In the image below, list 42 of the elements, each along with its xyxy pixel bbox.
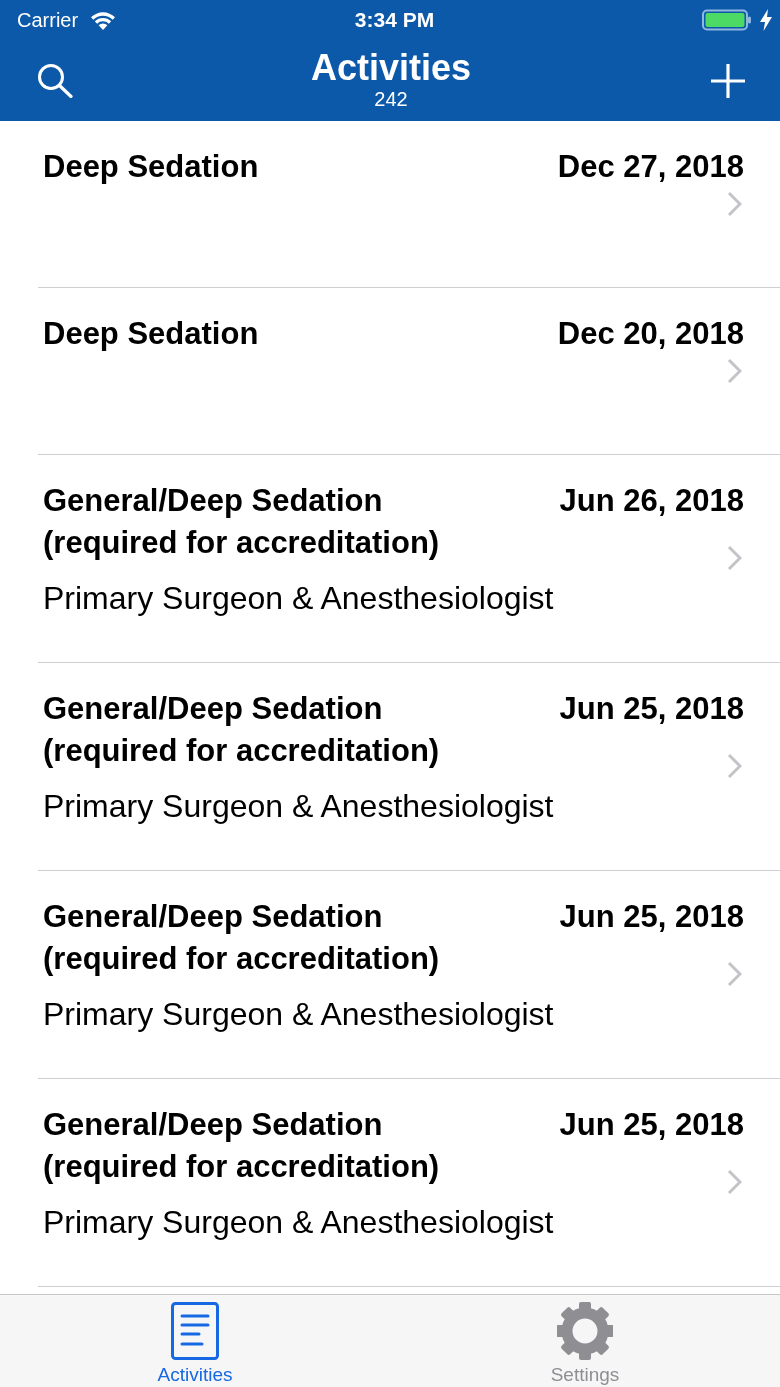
- activity-date: Dec 20, 2018: [557, 315, 744, 353]
- chevron-icon: [727, 545, 742, 571]
- status-time: 3:34 PM: [354, 8, 435, 32]
- activity-title: General/Deep Sedation (required for accreditation): [43, 1106, 441, 1186]
- activity-date: Jun 25, 2018: [559, 898, 744, 936]
- activity-title: General/Deep Sedation (required for accreditation): [43, 690, 441, 770]
- chevron-icon: [727, 190, 742, 217]
- activity-count: 242: [374, 87, 408, 110]
- charging-bolt-icon: [760, 9, 772, 31]
- activity-title: General/Deep Sedation (required for accreditation): [43, 898, 441, 978]
- activity-row[interactable]: General/Deep Sedation (required for accreditation) Primary Surgeon & Anesthesiologist Jun 25, 2018: [38, 871, 780, 1079]
- activity-role: Primary Surgeon & Anesthesiologist: [43, 579, 555, 618]
- add-icon: [710, 63, 745, 98]
- activity-title: Deep Sedation: [43, 315, 260, 353]
- settings-icon: [557, 1302, 613, 1360]
- screen-title: Activities: [310, 47, 472, 88]
- activity-row[interactable]: General/Deep Sedation (required for accreditation) Primary Surgeon & Anesthesiologist Jun 25, 2018: [38, 663, 780, 871]
- chevron-icon: [727, 1169, 742, 1195]
- activity-title: Deep Sedation: [43, 148, 260, 186]
- activity-role: Primary Surgeon & Anesthesiologist: [43, 995, 555, 1034]
- document-icon: [171, 1302, 219, 1360]
- activity-title: General/Deep Sedation (required for accreditation): [43, 482, 441, 562]
- wifi-icon: [90, 10, 117, 30]
- chevron-icon: [727, 753, 742, 779]
- activity-date: Dec 27, 2018: [557, 148, 744, 186]
- search-button[interactable]: [36, 62, 73, 99]
- activity-role: Primary Surgeon & Anesthesiologist: [43, 787, 555, 826]
- carrier-name: Carrier: [17, 8, 79, 32]
- battery-icon: [702, 9, 752, 31]
- activity-row[interactable]: Deep Sedation Dec 27, 2018: [38, 121, 780, 288]
- activity-date: Jun 26, 2018: [559, 482, 744, 520]
- chevron-icon: [727, 357, 742, 384]
- search-icon: [36, 63, 73, 98]
- activity-role: Primary Surgeon & Anesthesiologist: [43, 1203, 555, 1242]
- activity-date: Jun 25, 2018: [559, 1106, 744, 1144]
- activity-row[interactable]: General/Deep Sedation (required for accreditation) Primary Surgeon & Anesthesiologist Jun 26, 2018: [38, 455, 780, 663]
- activity-row[interactable]: Deep Sedation Dec 20, 2018: [38, 288, 780, 455]
- tab-item[interactable]: Activities: [0, 1295, 390, 1387]
- activity-row[interactable]: General/Deep Sedation (required for accreditation) Primary Surgeon & Anesthesiologist Jun 25, 2018: [38, 1079, 780, 1287]
- chevron-icon: [727, 961, 742, 987]
- add-button[interactable]: [709, 62, 746, 99]
- activity-date: Jun 25, 2018: [559, 690, 744, 728]
